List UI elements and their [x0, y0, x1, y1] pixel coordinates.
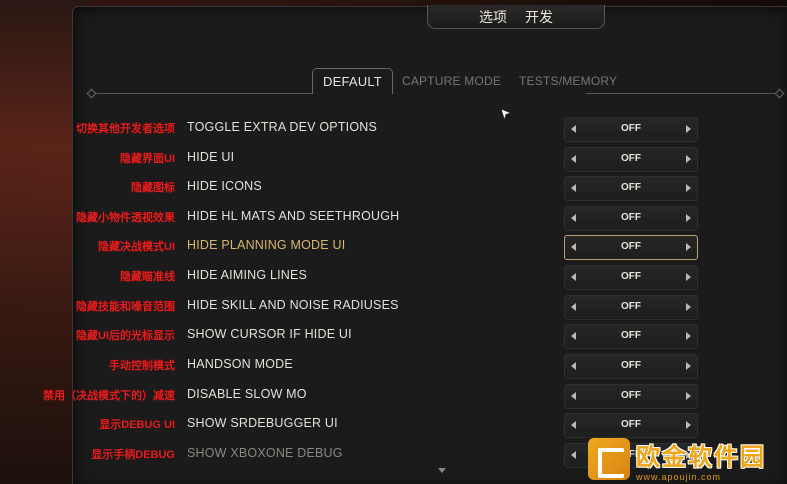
- option-row[interactable]: 隐藏小物件透视效果 HIDE HL MATS AND SEETHROUGH OF…: [0, 205, 787, 231]
- left-arrow-icon[interactable]: [571, 214, 576, 222]
- option-label: SHOW CURSOR IF HIDE UI: [187, 327, 352, 341]
- annotation-label: 切换其他开发者选项: [76, 123, 175, 135]
- option-label: HIDE ICONS: [187, 179, 262, 193]
- option-label: HIDE AIMING LINES: [187, 268, 308, 282]
- toggle-value: OFF: [621, 241, 641, 252]
- header-options[interactable]: 选项: [479, 7, 507, 27]
- annotation-label: 显示手柄DEBUG: [91, 449, 175, 461]
- right-arrow-icon[interactable]: [686, 155, 691, 163]
- left-arrow-icon[interactable]: [571, 451, 576, 459]
- header-tab: 选项 开发: [427, 5, 605, 29]
- annotation-label: 隐藏图标: [131, 182, 175, 194]
- option-toggle[interactable]: OFF: [564, 265, 698, 290]
- scroll-down-icon[interactable]: [438, 468, 446, 473]
- option-row-selected[interactable]: 隐藏决战模式UI HIDE PLANNING MODE UI OFF: [0, 234, 787, 260]
- left-arrow-icon[interactable]: [571, 332, 576, 340]
- annotation-label: 隐藏小物件透视效果: [76, 212, 175, 224]
- annotation-label: 禁用（决战模式下的）减速: [43, 390, 175, 402]
- option-row[interactable]: 隐藏瞄准线 HIDE AIMING LINES OFF: [0, 264, 787, 290]
- watermark-url: www.apoujin.com: [636, 471, 722, 482]
- option-label: DISABLE SLOW MO: [187, 387, 307, 401]
- left-arrow-icon[interactable]: [571, 421, 576, 429]
- left-arrow-icon[interactable]: [571, 155, 576, 163]
- header-dev[interactable]: 开发: [525, 7, 553, 27]
- toggle-value: OFF: [621, 212, 641, 223]
- tab-default[interactable]: DEFAULT: [312, 68, 393, 94]
- option-row[interactable]: 隐藏UI后的光标显示 SHOW CURSOR IF HIDE UI OFF: [0, 323, 787, 349]
- option-label: HIDE HL MATS AND SEETHROUGH: [187, 209, 400, 223]
- option-label: HIDE UI: [187, 150, 235, 164]
- annotation-label: 手动控制模式: [109, 360, 175, 372]
- annotation-label: 隐藏瞄准线: [120, 271, 175, 283]
- option-label: HIDE PLANNING MODE UI: [187, 238, 346, 252]
- toggle-value: OFF: [621, 390, 641, 401]
- annotation-label: 隐藏决战模式UI: [98, 241, 175, 253]
- option-row[interactable]: 禁用（决战模式下的）减速 DISABLE SLOW MO OFF: [0, 383, 787, 409]
- right-arrow-icon[interactable]: [686, 273, 691, 281]
- right-arrow-icon[interactable]: [686, 421, 691, 429]
- right-arrow-icon[interactable]: [686, 243, 691, 251]
- option-label: HANDSON MODE: [187, 357, 293, 371]
- option-row[interactable]: 隐藏技能和噪音范围 HIDE SKILL AND NOISE RADIUSES …: [0, 294, 787, 320]
- tab-tests-memory[interactable]: TESTS/MEMORY: [510, 68, 626, 94]
- right-arrow-icon[interactable]: [686, 214, 691, 222]
- watermark-title: 欧金软件园: [636, 443, 766, 471]
- divider-left: [92, 93, 312, 94]
- annotation-label: 显示DEBUG UI: [99, 419, 175, 431]
- right-arrow-icon[interactable]: [686, 125, 691, 133]
- toggle-value: OFF: [621, 123, 641, 134]
- option-label: SHOW SRDEBUGGER UI: [187, 416, 338, 430]
- right-arrow-icon[interactable]: [686, 332, 691, 340]
- left-arrow-icon[interactable]: [571, 184, 576, 192]
- option-toggle[interactable]: OFF: [564, 117, 698, 142]
- tab-capture-mode[interactable]: CAPTURE MODE: [393, 68, 510, 94]
- option-label: TOGGLE EXTRA DEV OPTIONS: [187, 120, 378, 134]
- right-arrow-icon[interactable]: [686, 303, 691, 311]
- option-row[interactable]: 切换其他开发者选项 TOGGLE EXTRA DEV OPTIONS OFF: [0, 116, 787, 142]
- annotation-label: 隐藏技能和噪音范围: [76, 301, 175, 313]
- option-row[interactable]: 隐藏界面UI HIDE UI OFF: [0, 146, 787, 172]
- toggle-value: OFF: [621, 419, 641, 430]
- option-toggle[interactable]: OFF: [564, 354, 698, 379]
- left-arrow-icon[interactable]: [571, 362, 576, 370]
- toggle-value: OFF: [621, 360, 641, 371]
- toggle-value: OFF: [621, 271, 641, 282]
- annotation-label: 隐藏UI后的光标显示: [76, 330, 175, 342]
- left-arrow-icon[interactable]: [571, 273, 576, 281]
- option-row[interactable]: 手动控制模式 HANDSON MODE OFF: [0, 353, 787, 379]
- annotation-label: 隐藏界面UI: [120, 153, 175, 165]
- option-label: SHOW XBOXONE DEBUG: [187, 446, 343, 460]
- watermark-logo-icon: [588, 438, 630, 480]
- option-label: HIDE SKILL AND NOISE RADIUSES: [187, 298, 399, 312]
- option-toggle[interactable]: OFF: [564, 147, 698, 172]
- right-arrow-icon[interactable]: [686, 184, 691, 192]
- option-toggle[interactable]: OFF: [564, 206, 698, 231]
- right-arrow-icon[interactable]: [686, 362, 691, 370]
- left-arrow-icon[interactable]: [571, 303, 576, 311]
- option-toggle[interactable]: OFF: [564, 176, 698, 201]
- option-toggle[interactable]: OFF: [564, 384, 698, 409]
- toggle-value: OFF: [621, 153, 641, 164]
- option-toggle[interactable]: OFF: [564, 235, 698, 260]
- option-toggle[interactable]: OFF: [564, 324, 698, 349]
- toggle-value: OFF: [621, 301, 641, 312]
- toggle-value: OFF: [621, 330, 641, 341]
- left-arrow-icon[interactable]: [571, 243, 576, 251]
- watermark: 欧金软件园 www.apoujin.com: [588, 434, 784, 484]
- toggle-value: OFF: [621, 182, 641, 193]
- option-row[interactable]: 隐藏图标 HIDE ICONS OFF: [0, 175, 787, 201]
- tab-bar: DEFAULT CAPTURE MODE TESTS/MEMORY: [312, 68, 626, 94]
- left-arrow-icon[interactable]: [571, 125, 576, 133]
- option-toggle[interactable]: OFF: [564, 295, 698, 320]
- right-arrow-icon[interactable]: [686, 392, 691, 400]
- left-arrow-icon[interactable]: [571, 392, 576, 400]
